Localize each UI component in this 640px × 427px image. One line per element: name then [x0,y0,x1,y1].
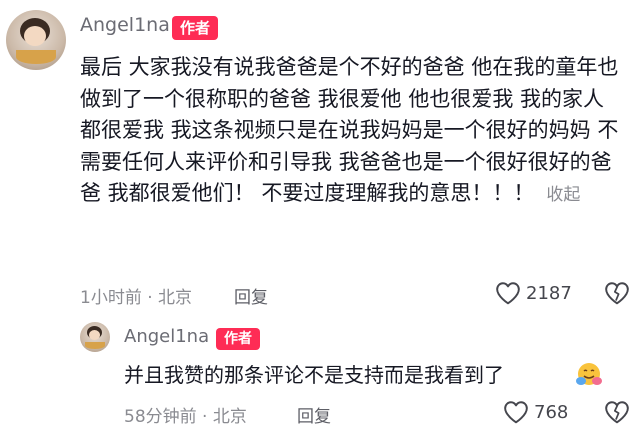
reply-body: 并且我赞的那条评论不是支持而是我看到了 [124,363,504,387]
reply-avatar-face [89,330,100,340]
collapse-link[interactable]: 收起 [546,185,580,205]
comment-username[interactable]: Angel1na [80,14,170,36]
comment-body: 最后 大家我没有说我爸爸是个不好的爸爸 他在我的童年也做到了一个很称职的爸爸 我… [80,55,619,205]
dislike-icon[interactable] [604,281,630,305]
author-badge: 作者 [172,16,218,40]
reply-username[interactable]: Angel1na [124,326,209,347]
reply-avatar-bowl [85,342,105,349]
heart-icon[interactable] [495,281,521,305]
reply-dislike-icon[interactable] [604,400,630,424]
reply-author-badge: 作者 [216,328,260,350]
reply-like-count: 768 [534,402,569,423]
reply-heart-icon[interactable] [503,400,529,424]
reply-avatar[interactable] [80,322,110,352]
reply-reply-button[interactable]: 回复 [297,402,331,427]
reply-meta: 58分钟前 · 北京 [124,407,247,427]
avatar-face [24,26,46,46]
comment-text: 最后 大家我没有说我爸爸是个不好的爸爸 他在我的童年也做到了一个很称职的爸爸 我… [80,52,620,212]
reply-button[interactable]: 回复 [234,283,268,308]
avatar-bowl [16,50,56,64]
hug-emoji-icon [576,363,602,385]
like-count: 2187 [526,283,572,304]
avatar[interactable] [6,10,66,70]
reply-text: 并且我赞的那条评论不是支持而是我看到了 [124,360,504,390]
comment-meta: 1小时前 · 北京 [80,288,193,308]
